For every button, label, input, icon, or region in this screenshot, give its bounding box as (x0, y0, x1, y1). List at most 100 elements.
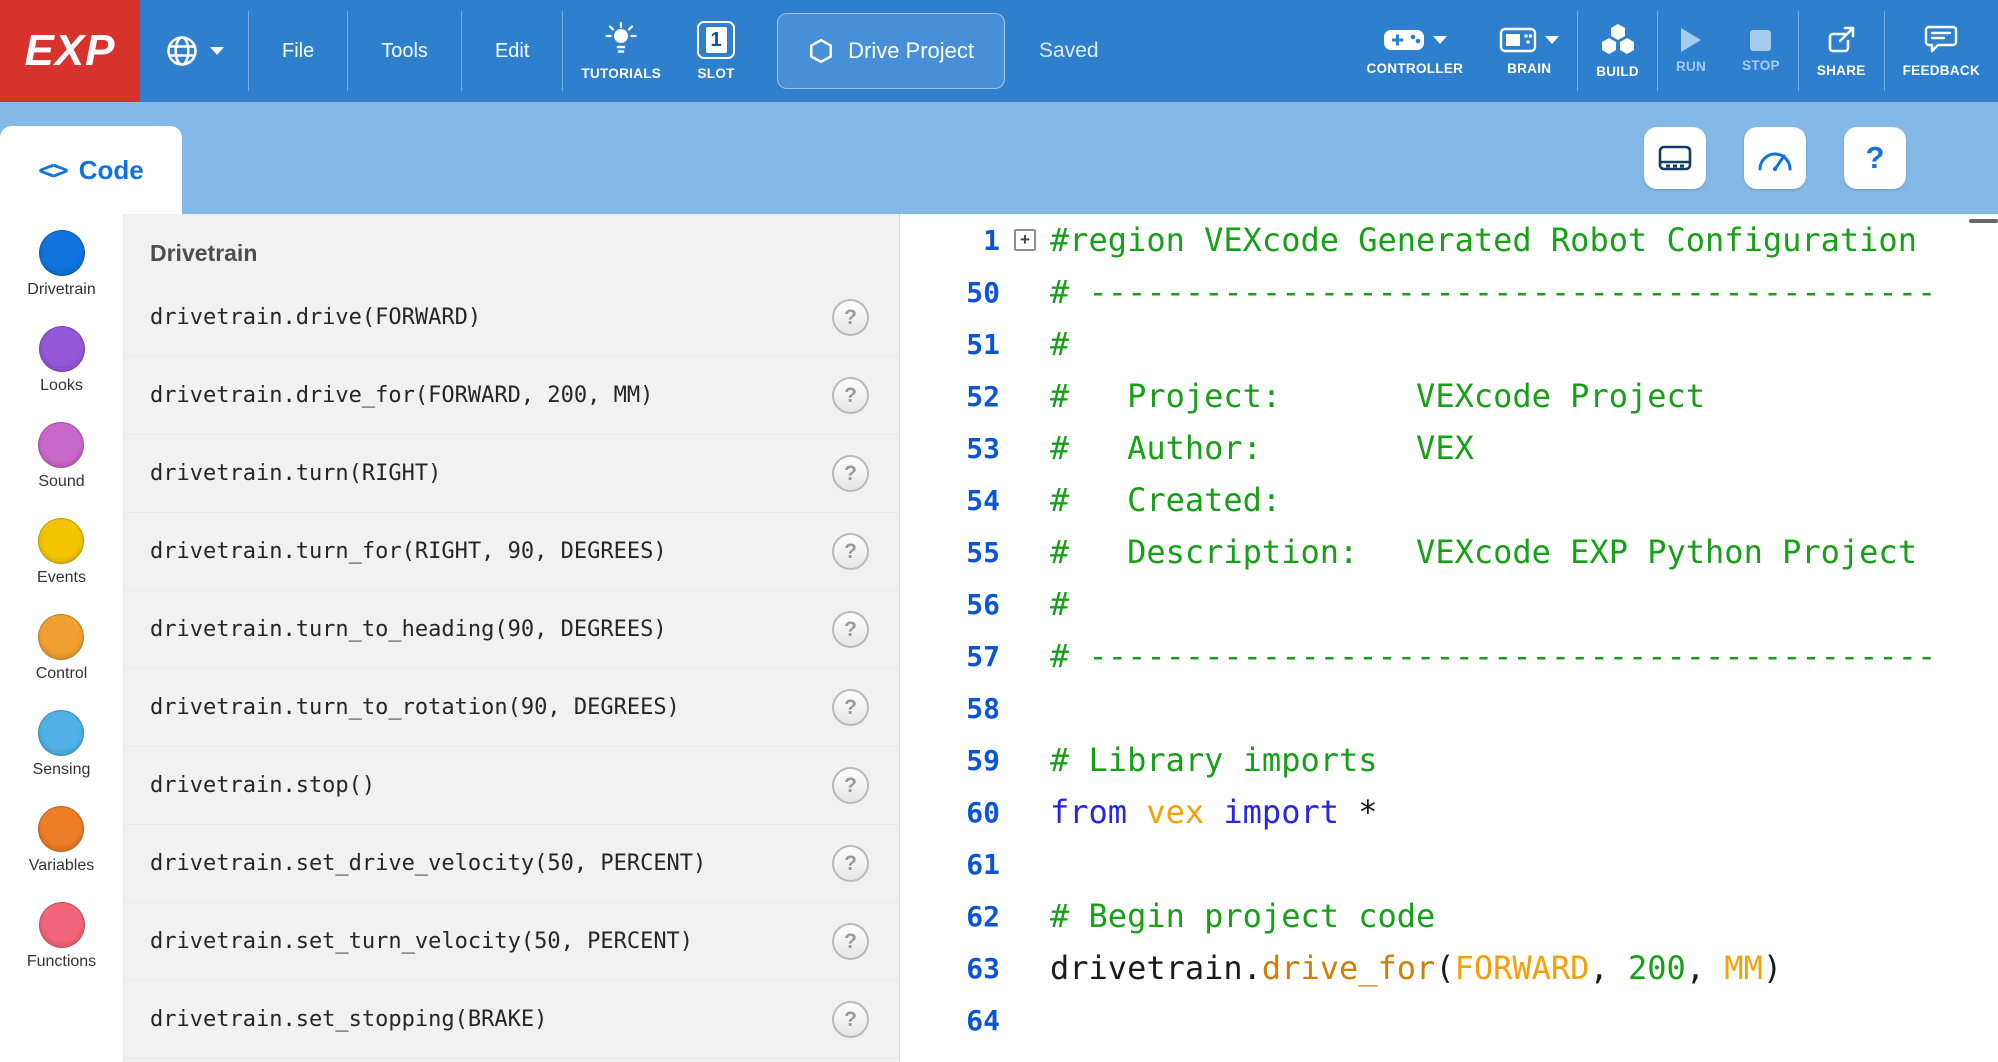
category-looks[interactable]: Looks (39, 326, 85, 395)
feedback-button[interactable]: FEEDBACK (1885, 0, 1998, 102)
menu-tools[interactable]: Tools (348, 0, 461, 102)
line-number: 58 (900, 692, 1000, 725)
code-tab-label: Code (79, 155, 144, 186)
code-text: #region VEXcode Generated Robot Configur… (1050, 221, 1917, 259)
command-help-button[interactable]: ? (832, 533, 869, 570)
code-text: # Begin project code (1050, 897, 1435, 935)
command-help-button[interactable]: ? (832, 1001, 869, 1038)
command-item[interactable]: drivetrain.set_drive_velocity(50, PERCEN… (124, 825, 899, 903)
category-label: Drivetrain (27, 281, 95, 299)
category-variables[interactable]: Variables (29, 806, 95, 875)
line-number: 52 (900, 380, 1000, 413)
command-text: drivetrain.set_stopping(BRAKE) (150, 1007, 832, 1032)
run-button[interactable]: RUN (1658, 0, 1724, 102)
command-help-button[interactable]: ? (832, 299, 869, 336)
command-help-button[interactable]: ? (832, 689, 869, 726)
top-bar: EXP File Tools Edit TUTORIALS 1 SL (0, 0, 1998, 102)
tutorials-label: TUTORIALS (581, 66, 661, 81)
code-line: 55# Description: VEXcode EXP Python Proj… (900, 526, 1998, 578)
line-number: 63 (900, 952, 1000, 985)
share-icon (1825, 24, 1857, 56)
build-button[interactable]: BUILD (1578, 0, 1657, 102)
command-help-button[interactable]: ? (832, 611, 869, 648)
slot-number: 1 (706, 27, 727, 53)
share-button[interactable]: SHARE (1799, 0, 1884, 102)
device-button[interactable] (1644, 127, 1706, 189)
command-item[interactable]: drivetrain.stop()? (124, 747, 899, 825)
scrollbar-thumb[interactable] (1969, 219, 1998, 223)
code-line: 60from vex import * (900, 786, 1998, 838)
command-help-button[interactable]: ? (832, 845, 869, 882)
command-help-button[interactable]: ? (832, 455, 869, 492)
command-text: drivetrain.drive_for(FORWARD, 200, MM) (150, 383, 832, 408)
sound-category-icon (38, 422, 84, 468)
code-line: 64 (900, 994, 1998, 1046)
slot-button[interactable]: 1 SLOT (679, 0, 753, 102)
question-mark-icon: ? (1866, 140, 1885, 176)
tab-bar: <> Code ? (0, 102, 1998, 214)
command-item[interactable]: drivetrain.turn_to_rotation(90, DEGREES)… (124, 669, 899, 747)
slot-label: SLOT (698, 66, 735, 81)
category-sensing[interactable]: Sensing (33, 710, 91, 779)
command-item[interactable]: drivetrain.turn(RIGHT)? (124, 435, 899, 513)
code-line: 56# (900, 578, 1998, 630)
controller-button[interactable]: CONTROLLER (1348, 0, 1481, 102)
category-functions[interactable]: Functions (27, 902, 96, 971)
command-help-button[interactable]: ? (832, 377, 869, 414)
language-selector[interactable] (140, 0, 248, 102)
caret-down-icon (210, 47, 224, 55)
command-text: drivetrain.turn_to_heading(90, DEGREES) (150, 617, 832, 642)
code-line: 59# Library imports (900, 734, 1998, 786)
line-number: 57 (900, 640, 1000, 673)
command-help-button[interactable]: ? (832, 767, 869, 804)
category-sound[interactable]: Sound (38, 422, 84, 491)
feedback-label: FEEDBACK (1903, 63, 1980, 78)
functions-category-icon (39, 902, 85, 948)
stop-button[interactable]: STOP (1724, 0, 1798, 102)
command-item[interactable]: drivetrain.turn_for(RIGHT, 90, DEGREES)? (124, 513, 899, 591)
command-help-button[interactable]: ? (832, 923, 869, 960)
command-item[interactable]: drivetrain.set_stopping(BRAKE)? (124, 981, 899, 1059)
category-label: Events (37, 569, 86, 587)
tutorials-button[interactable]: TUTORIALS (563, 0, 679, 102)
tab-actions: ? (1644, 127, 1906, 189)
expand-region-icon[interactable]: + (1014, 229, 1036, 251)
brain-button[interactable]: BRAIN (1481, 0, 1577, 102)
dashboard-button[interactable] (1744, 127, 1806, 189)
command-item[interactable]: drivetrain.drive(FORWARD)? (124, 279, 899, 357)
code-text: # Created: (1050, 481, 1281, 519)
line-number: 64 (900, 1004, 1000, 1037)
drivetrain-category-icon (39, 230, 85, 276)
code-editor[interactable]: 1+#region VEXcode Generated Robot Config… (900, 214, 1998, 1062)
line-number: 51 (900, 328, 1000, 361)
brain-icon (1499, 26, 1537, 54)
share-label: SHARE (1817, 63, 1866, 78)
menu-edit[interactable]: Edit (462, 0, 562, 102)
category-label: Looks (40, 377, 83, 395)
controller-label: CONTROLLER (1366, 61, 1463, 76)
category-control[interactable]: Control (36, 614, 88, 683)
line-number: 50 (900, 276, 1000, 309)
category-label: Sound (38, 473, 84, 491)
tab-code[interactable]: <> Code (0, 126, 182, 214)
build-label: BUILD (1596, 64, 1639, 79)
category-events[interactable]: Events (37, 518, 86, 587)
category-drivetrain[interactable]: Drivetrain (27, 230, 95, 299)
command-item[interactable]: drivetrain.set_turn_velocity(50, PERCENT… (124, 903, 899, 981)
build-icon (1599, 23, 1637, 57)
command-text: drivetrain.set_drive_velocity(50, PERCEN… (150, 851, 832, 876)
command-item[interactable]: drivetrain.drive_for(FORWARD, 200, MM)? (124, 357, 899, 435)
code-line: 51# (900, 318, 1998, 370)
category-label: Variables (29, 857, 95, 875)
code-line: 57# ------------------------------------… (900, 630, 1998, 682)
menu-file[interactable]: File (249, 0, 347, 102)
command-text: drivetrain.drive(FORWARD) (150, 305, 832, 330)
command-text: drivetrain.turn_to_rotation(90, DEGREES) (150, 695, 832, 720)
command-text: drivetrain.set_turn_velocity(50, PERCENT… (150, 929, 832, 954)
help-button[interactable]: ? (1844, 127, 1906, 189)
command-item[interactable]: drivetrain.turn_to_heading(90, DEGREES)? (124, 591, 899, 669)
gauge-icon (1755, 143, 1795, 173)
command-panel-header: Drivetrain (150, 240, 899, 267)
code-line: 1+#region VEXcode Generated Robot Config… (900, 214, 1998, 266)
project-name-button[interactable]: Drive Project (777, 13, 1005, 89)
